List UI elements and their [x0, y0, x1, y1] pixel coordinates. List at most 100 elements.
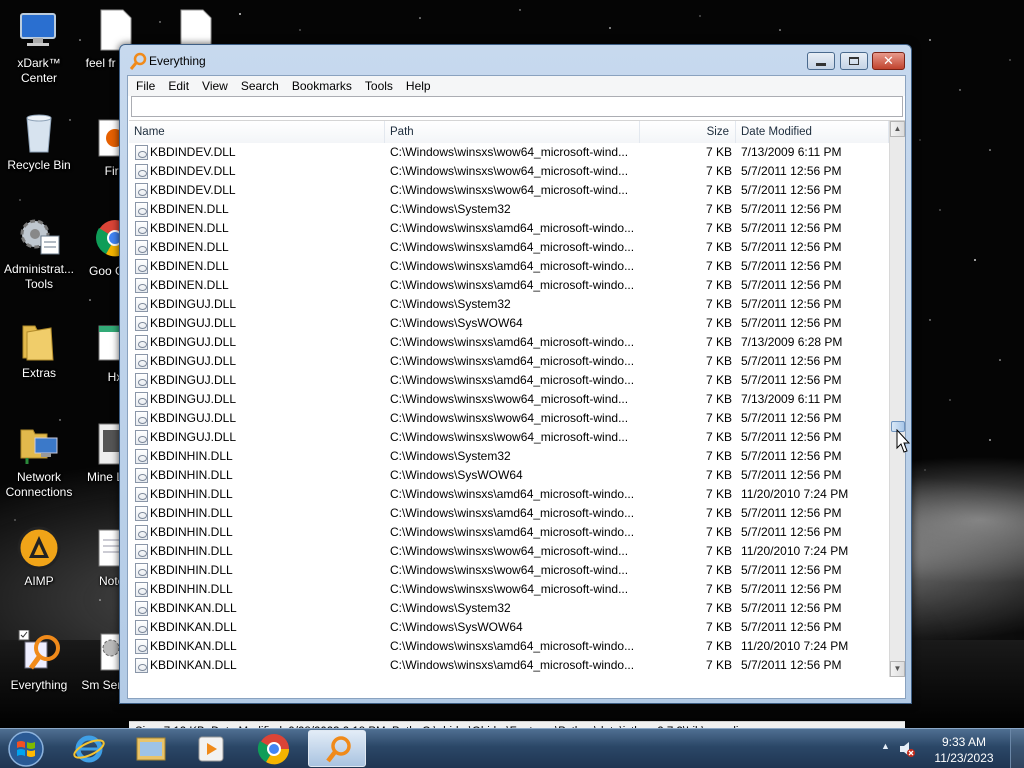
table-row[interactable]: KBDINHIN.DLL C:\Windows\winsxs\wow64_micr… [129, 542, 889, 561]
table-row[interactable]: KBDINHIN.DLL C:\Windows\winsxs\wow64_micr… [129, 580, 889, 599]
column-header-size[interactable]: Size [640, 121, 736, 143]
taskbar-windows-explorer[interactable] [122, 730, 180, 767]
desktop-icon-extras[interactable]: Extras [0, 318, 78, 381]
table-row[interactable]: KBDINHIN.DLL C:\Windows\SysWOW64 7 KB 5/7/2… [129, 466, 889, 485]
cell-size: 7 KB [705, 354, 732, 368]
everything-search-icon [326, 736, 351, 763]
menu-tools[interactable]: Tools [363, 76, 400, 96]
cell-name: KBDINGUJ.DLL [150, 297, 237, 311]
cell-size: 7 KB [705, 411, 732, 425]
scroll-down-button[interactable]: ▼ [890, 661, 905, 677]
desktop-icon-everything[interactable]: Everything [0, 629, 78, 693]
cell-date-modified: 5/7/2011 12:56 PM [741, 316, 842, 330]
cell-size: 7 KB [705, 658, 732, 672]
table-row[interactable]: KBDINHIN.DLL C:\Windows\winsxs\wow64_micr… [129, 561, 889, 580]
desktop-icon-label: Administrat... Tools [3, 262, 75, 291]
dll-file-icon [135, 582, 148, 597]
dll-file-icon [135, 525, 148, 540]
window-titlebar[interactable]: Everything ✕ [120, 45, 911, 75]
table-row[interactable]: KBDINGUJ.DLL C:\Windows\SysWOW64 7 KB 5/7/2… [129, 314, 889, 333]
table-row[interactable]: KBDINEN.DLL C:\Windows\winsxs\amd64_micro… [129, 257, 889, 276]
cell-date-modified: 7/13/2009 6:28 PM [741, 335, 843, 349]
table-row[interactable]: KBDINGUJ.DLL C:\Windows\winsxs\wow64_micr… [129, 390, 889, 409]
search-input[interactable] [131, 96, 903, 117]
show-desktop-button[interactable] [1010, 729, 1024, 768]
table-row[interactable]: KBDINHIN.DLL C:\Windows\winsxs\amd64_micr… [129, 504, 889, 523]
table-row[interactable]: KBDINGUJ.DLL C:\Windows\winsxs\wow64_micr… [129, 428, 889, 447]
table-row[interactable]: KBDINGUJ.DLL C:\Windows\System32 7 KB 5/7/2… [129, 295, 889, 314]
table-row[interactable]: KBDINHIN.DLL C:\Windows\winsxs\amd64_micr… [129, 523, 889, 542]
column-header-path[interactable]: Path [385, 121, 640, 143]
table-row[interactable]: KBDINKAN.DLL C:\Windows\SysWOW64 7 KB 5/7/2… [129, 618, 889, 637]
menu-search[interactable]: Search [239, 76, 286, 96]
results-rows: KBDINDEV.DLL C:\Windows\winsxs\wow64_micr… [129, 143, 889, 675]
start-button[interactable] [4, 731, 48, 767]
table-row[interactable]: KBDINDEV.DLL C:\Windows\winsxs\wow64_micr… [129, 162, 889, 181]
dll-file-icon [135, 487, 148, 502]
table-row[interactable]: KBDINEN.DLL C:\Windows\winsxs\amd64_micro… [129, 276, 889, 295]
desktop-icon-aimp[interactable]: AIMP [0, 526, 78, 589]
table-row[interactable]: KBDINGUJ.DLL C:\Windows\winsxs\amd64_micr… [129, 371, 889, 390]
menu-bookmarks[interactable]: Bookmarks [290, 76, 359, 96]
cell-path: C:\Windows\SysWOW64 [390, 468, 523, 482]
table-row[interactable]: KBDINEN.DLL C:\Windows\System32 7 KB 5/7/20… [129, 200, 889, 219]
table-row[interactable]: KBDINDEV.DLL C:\Windows\winsxs\wow64_micr… [129, 181, 889, 200]
dll-file-icon [135, 506, 148, 521]
table-row[interactable]: KBDINKAN.DLL C:\Windows\System32 7 KB 5/7/2… [129, 599, 889, 618]
maximize-button[interactable] [840, 52, 868, 70]
minimize-button[interactable] [807, 52, 835, 70]
column-header-date-modified[interactable]: Date Modified [736, 121, 889, 143]
menu-edit[interactable]: Edit [166, 76, 196, 96]
dll-file-icon [135, 373, 148, 388]
everything-window: Everything ✕ File Edit View Search Bookm… [119, 44, 912, 743]
table-row[interactable]: KBDINHIN.DLL C:\Windows\System32 7 KB 5/7/2… [129, 447, 889, 466]
column-header-name[interactable]: Name [129, 121, 385, 143]
cell-name: KBDINHIN.DLL [150, 582, 233, 596]
table-row[interactable]: KBDINDEV.DLL C:\Windows\winsxs\wow64_micr… [129, 143, 889, 162]
dll-file-icon [135, 411, 148, 426]
scroll-up-button[interactable]: ▲ [890, 121, 905, 137]
taskbar-media-player[interactable] [182, 730, 240, 767]
cell-date-modified: 5/7/2011 12:56 PM [741, 297, 842, 311]
cell-size: 7 KB [705, 259, 732, 273]
vertical-scrollbar[interactable]: ▲ ▼ [889, 121, 905, 677]
cell-path: C:\Windows\winsxs\wow64_microsoft-wind..… [390, 392, 629, 406]
menu-view[interactable]: View [200, 76, 235, 96]
table-row[interactable]: KBDINEN.DLL C:\Windows\winsxs\amd64_micro… [129, 238, 889, 257]
table-row[interactable]: KBDINGUJ.DLL C:\Windows\winsxs\wow64_micr… [129, 409, 889, 428]
table-row[interactable]: KBDINKAN.DLL C:\Windows\winsxs\amd64_micr… [129, 637, 889, 656]
clock[interactable]: 9:33 AM 11/23/2023 [926, 734, 1002, 766]
desktop-icon-recycle-bin[interactable]: Recycle Bin [0, 110, 78, 173]
menu-file[interactable]: File [134, 76, 162, 96]
dll-file-icon [135, 259, 148, 274]
desktop-icon-xdark-center[interactable]: xDark™ Center [0, 8, 78, 86]
cell-size: 7 KB [705, 335, 732, 349]
table-row[interactable]: KBDINGUJ.DLL C:\Windows\winsxs\amd64_micr… [129, 333, 889, 352]
menu-help[interactable]: Help [404, 76, 438, 96]
dll-file-icon [135, 278, 148, 293]
cell-date-modified: 5/7/2011 12:56 PM [741, 601, 842, 615]
cell-date-modified: 5/7/2011 12:56 PM [741, 411, 842, 425]
table-row[interactable]: KBDINHIN.DLL C:\Windows\winsxs\amd64_micr… [129, 485, 889, 504]
taskbar-internet-explorer[interactable] [60, 730, 118, 767]
desktop-icon-network-connections[interactable]: Network Connections [0, 422, 78, 500]
cell-date-modified: 7/13/2009 6:11 PM [741, 145, 842, 159]
table-row[interactable]: KBDINEN.DLL C:\Windows\winsxs\amd64_micro… [129, 219, 889, 238]
dll-file-icon [135, 468, 148, 483]
explorer-folder-icon [136, 737, 166, 761]
taskbar-everything[interactable] [308, 730, 366, 767]
desktop-icon-admin-tools[interactable]: Administrat... Tools [0, 214, 78, 292]
cell-size: 7 KB [705, 449, 732, 463]
cell-path: C:\Windows\winsxs\wow64_microsoft-wind..… [390, 164, 629, 178]
close-button[interactable]: ✕ [872, 52, 905, 70]
dll-file-icon [135, 183, 148, 198]
cell-path: C:\Windows\System32 [390, 449, 511, 463]
table-row[interactable]: KBDINGUJ.DLL C:\Windows\winsxs\amd64_micr… [129, 352, 889, 371]
table-row[interactable]: KBDINKAN.DLL C:\Windows\winsxs\amd64_micr… [129, 656, 889, 675]
cell-size: 7 KB [705, 582, 732, 596]
show-hidden-icons-icon[interactable]: ▲ [881, 741, 890, 751]
volume-muted-icon[interactable] [898, 740, 916, 758]
desktop-icon-label: Recycle Bin [7, 158, 71, 172]
dll-file-icon [135, 335, 148, 350]
taskbar-google-chrome[interactable] [245, 730, 303, 767]
